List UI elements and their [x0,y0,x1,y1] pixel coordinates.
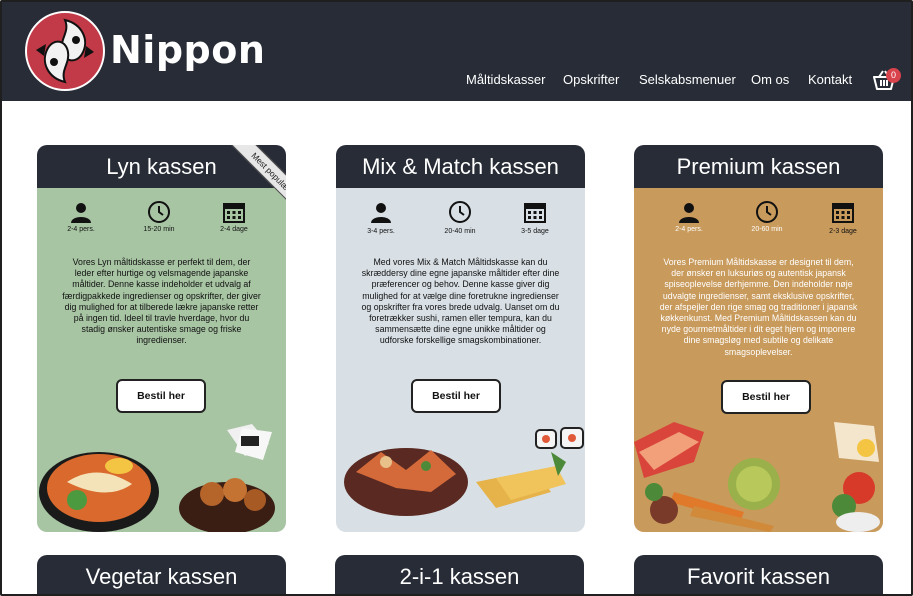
persons-label: 2-4 pers. [675,226,703,233]
site-header: Nippon Måltidskasser Opskrifter Selskabs… [2,2,911,101]
nav-item-selskabsmenuer[interactable]: Selskabsmenuer [639,72,736,87]
card-body: 2-4 pers. 15-20 min 2-4 dage Vores Lyn m… [37,188,286,532]
ribbon-label: Mest populære [231,145,286,216]
days-label: 2-3 dage [829,228,857,235]
clock-icon [449,201,471,223]
days-label: 3-5 dage [521,228,549,235]
product-card-lyn: Lyn kassen 2-4 pers. 15-20 min 2-4 dage … [37,145,286,532]
persons-label: 3-4 pers. [367,228,395,235]
card-title: Mix & Match kassen [336,145,585,188]
product-card-mix-match: Mix & Match kassen 3-4 pers. 20-40 min 3… [336,145,585,532]
days-label: 2-4 dage [220,226,248,233]
person-icon [71,203,91,223]
card-description: Vores Lyn måltidskasse er perfekt til de… [62,257,261,346]
card-title: Premium kassen [634,145,883,188]
persons-label: 2-4 pers. [67,226,95,233]
nav-item-opskrifter[interactable]: Opskrifter [563,72,619,87]
page-frame: Nippon Måltidskasser Opskrifter Selskabs… [0,0,913,596]
card-description: Med vores Mix & Match Måltidskasse kan d… [361,257,560,346]
calendar-icon [524,203,546,223]
time-label: 15-20 min [143,226,175,233]
order-button[interactable]: Bestil her [411,379,501,413]
person-icon [679,203,699,223]
nav-item-maaltidskasser[interactable]: Måltidskasser [466,72,545,87]
clock-icon [148,201,170,223]
vegetables-food-image [634,422,880,532]
brand-name[interactable]: Nippon [110,28,265,72]
order-button[interactable]: Bestil her [116,379,206,413]
nav-item-kontakt[interactable]: Kontakt [808,72,852,87]
popular-ribbon: Mest populære [211,145,286,220]
time-label: 20-60 min [751,226,783,233]
person-icon [371,203,391,223]
order-button[interactable]: Bestil her [721,380,811,414]
sushi-food-image [344,427,584,516]
clock-icon [756,201,778,223]
nav-item-om-os[interactable]: Om os [751,72,789,87]
product-card-vegetar-title[interactable]: Vegetar kassen [37,555,286,594]
calendar-icon [832,203,854,223]
main-nav: Måltidskasser Opskrifter Selskabsmenuer … [2,72,911,92]
card-body: 2-4 pers. 20-60 min 2-3 dage Vores Premi… [634,188,883,532]
cart-count-badge: 0 [886,68,901,83]
product-card-favorit-title[interactable]: Favorit kassen [634,555,883,594]
ramen-food-image [39,424,275,532]
card-description: Vores Premium Måltidskasse er designet t… [659,257,858,357]
card-body: 3-4 pers. 20-40 min 3-5 dage Med vores M… [336,188,585,532]
product-card-premium: Premium kassen 2-4 pers. 20-60 min 2-3 d… [634,145,883,532]
time-label: 20-40 min [444,228,476,235]
product-card-2-i-1-title[interactable]: 2-i-1 kassen [335,555,584,594]
